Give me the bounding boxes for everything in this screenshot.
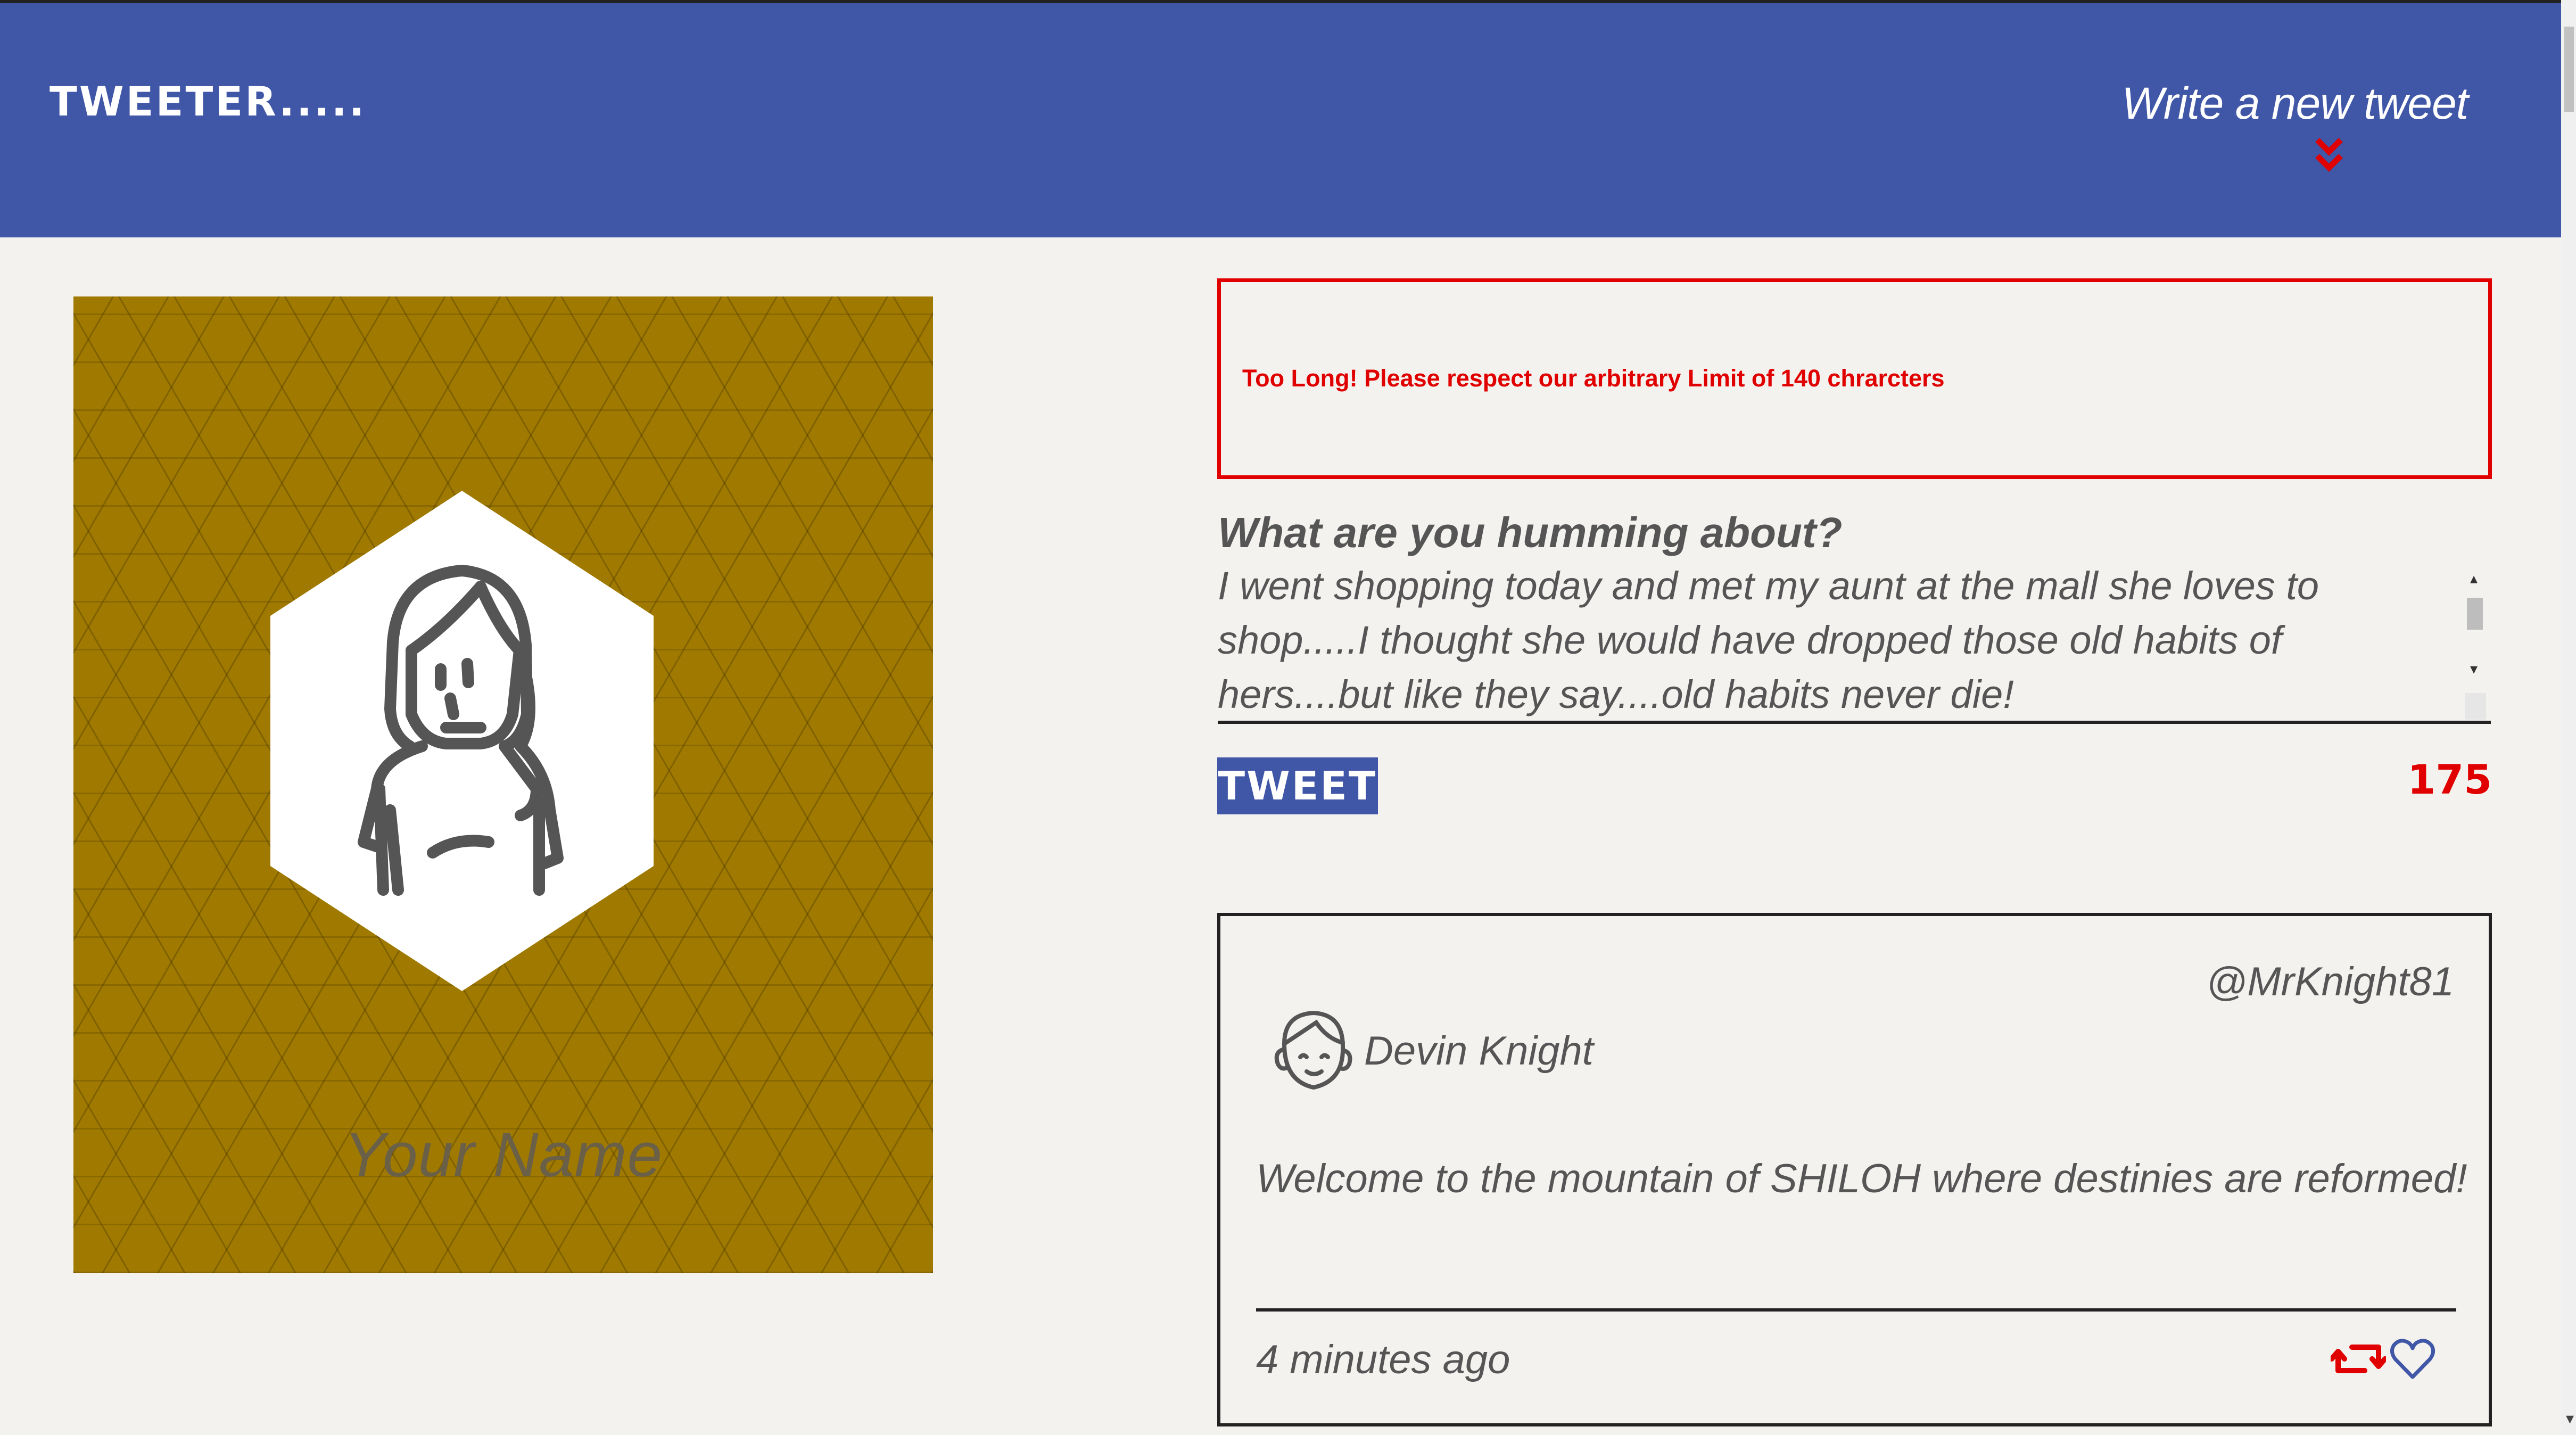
tweet-author-name: Devin Knight [1364,1028,1594,1074]
profile-card: Your Name [73,296,933,1273]
page-scrollbar-thumb[interactable] [2564,27,2574,112]
tweet-divider [1256,1308,2456,1312]
scroll-down-arrow-icon[interactable]: ▾ [2470,660,2478,678]
textarea-scrollbar-thumb[interactable] [2467,598,2483,630]
character-counter: 175 [2407,756,2492,803]
resize-grip-icon[interactable] [2465,693,2486,720]
scroll-down-arrow-icon[interactable]: ▾ [2566,1409,2574,1428]
navbar: TWEETER..... Write a new tweet [0,3,2561,237]
tweet-handle: @MrKnight81 [2206,959,2454,1004]
heart-icon[interactable] [2389,1335,2437,1383]
tweet-textarea[interactable]: I went shopping today and met my aunt at… [1218,559,2491,724]
tweet-timestamp: 4 minutes ago [1256,1337,1510,1382]
tweet-button[interactable]: TWEET [1217,757,1378,814]
scroll-up-arrow-icon[interactable]: ▴ [2470,570,2478,587]
user-avatar-icon [1274,1010,1352,1090]
compose-label: What are you humming about? [1218,509,1843,556]
retweet-icon[interactable] [2331,1338,2386,1380]
textarea-scrollbar[interactable]: ▴ ▾ [2462,570,2488,724]
profile-avatar-icon [270,491,654,991]
page-scrollbar[interactable]: ▾ [2561,0,2576,1435]
tweet-body: Welcome to the mountain of SHILOH where … [1256,1156,2467,1201]
tweet-card: @MrKnight81 Devin Knight Welcome to the … [1217,913,2492,1426]
write-new-tweet-link[interactable]: Write a new tweet [2121,78,2468,129]
double-chevron-down-icon[interactable] [2313,136,2345,173]
error-box: Too Long! Please respect our arbitrary L… [1217,278,2492,479]
brand-logo[interactable]: TWEETER..... [49,78,367,125]
profile-name: Your Name [343,1120,663,1190]
error-message: Too Long! Please respect our arbitrary L… [1242,365,1945,392]
